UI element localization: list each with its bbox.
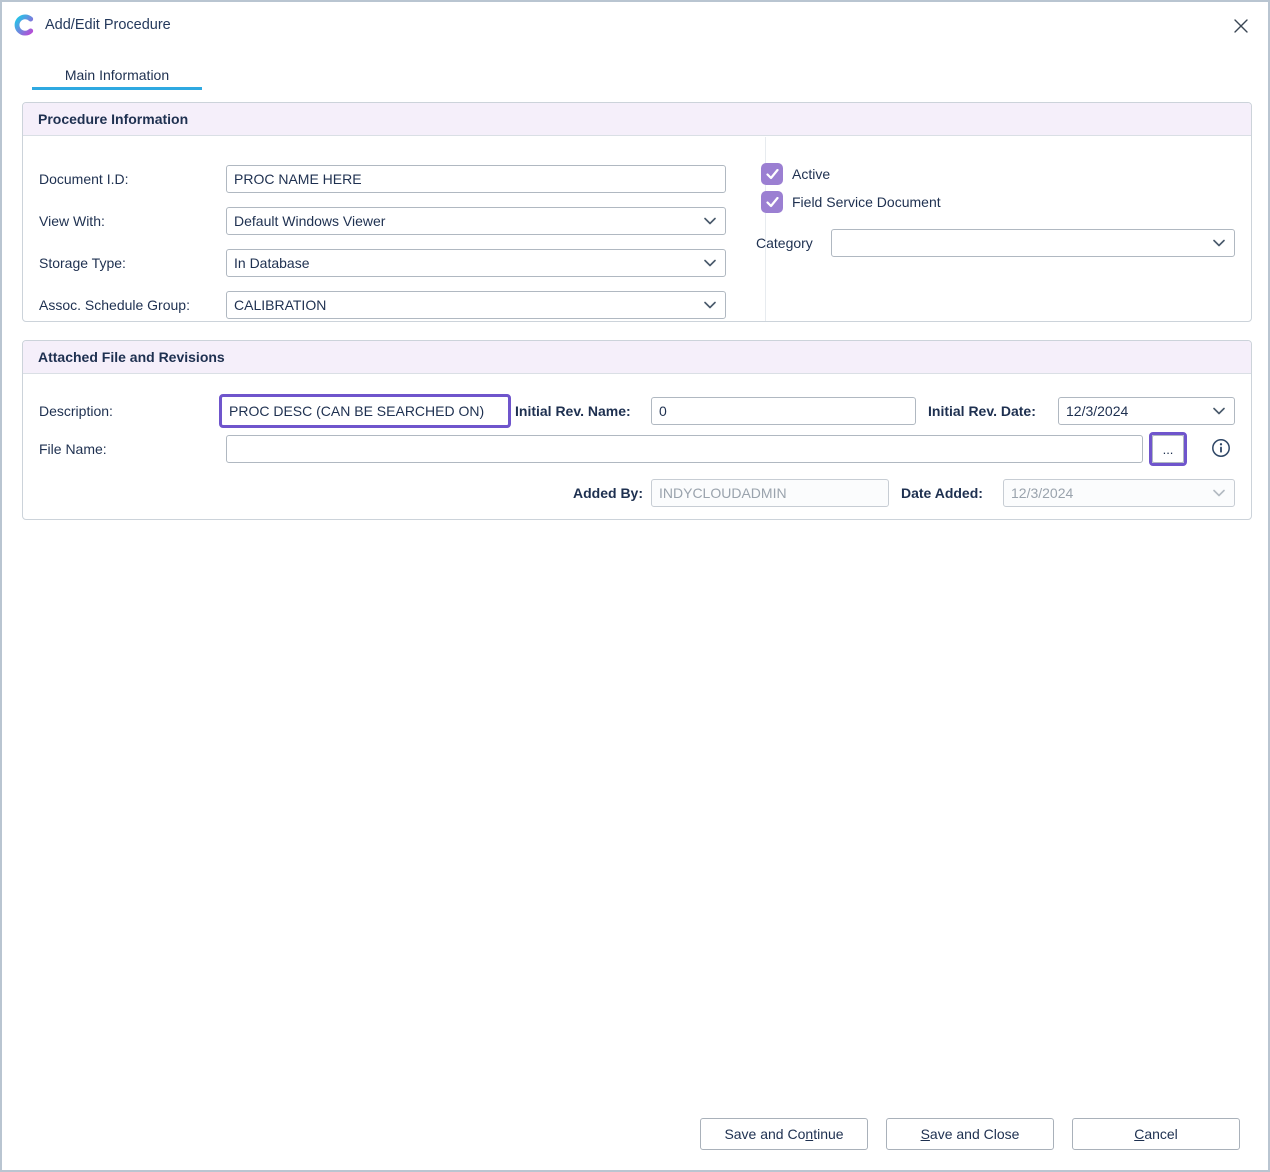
- chevron-down-icon: [704, 302, 716, 309]
- initial-rev-date-label: Initial Rev. Date:: [928, 402, 1036, 420]
- cancel-label-rest: ancel: [1144, 1126, 1177, 1142]
- date-added-value: 12/3/2024: [1011, 485, 1073, 501]
- initial-rev-date-value: 12/3/2024: [1066, 403, 1128, 419]
- save-and-continue-label: Save and Co: [724, 1126, 805, 1142]
- app-logo-icon: [14, 14, 36, 36]
- save-and-close-label-rest: ave and Close: [930, 1126, 1020, 1142]
- close-icon[interactable]: [1230, 15, 1252, 37]
- assoc-schedule-group-dropdown[interactable]: CALIBRATION: [226, 291, 726, 319]
- checkbox-checked-icon: [761, 163, 783, 185]
- description-input[interactable]: [219, 394, 511, 428]
- date-added-label: Date Added:: [901, 484, 983, 502]
- initial-rev-date-dropdown[interactable]: 12/3/2024: [1058, 397, 1235, 425]
- storage-type-dropdown[interactable]: In Database: [226, 249, 726, 277]
- info-circle-icon[interactable]: [1211, 438, 1231, 458]
- chevron-down-icon: [1213, 240, 1225, 247]
- assoc-schedule-group-value: CALIBRATION: [234, 297, 326, 313]
- cancel-mnemonic: C: [1134, 1126, 1144, 1142]
- add-edit-procedure-dialog: Add/Edit Procedure Main Information Proc…: [0, 0, 1270, 1172]
- tab-underline: [32, 87, 202, 90]
- checkbox-checked-icon: [761, 191, 783, 213]
- procedure-information-group: Procedure Information Document I.D: View…: [22, 102, 1252, 322]
- view-with-label: View With:: [39, 212, 105, 230]
- save-and-close-mnemonic: S: [921, 1126, 930, 1142]
- field-service-document-checkbox[interactable]: Field Service Document: [761, 191, 941, 213]
- save-and-continue-label-rest: tinue: [813, 1126, 843, 1142]
- attached-file-and-revisions-group: Attached File and Revisions Description:…: [22, 340, 1252, 520]
- footer-buttons: Save and Continue Save and Close Cancel: [700, 1118, 1240, 1150]
- view-with-value: Default Windows Viewer: [234, 213, 385, 229]
- field-service-document-checkbox-label: Field Service Document: [792, 194, 941, 210]
- added-by-input: [651, 479, 889, 507]
- attached-file-and-revisions-header: Attached File and Revisions: [23, 341, 1251, 374]
- chevron-down-icon: [1213, 490, 1225, 497]
- active-checkbox[interactable]: Active: [761, 163, 830, 185]
- category-dropdown[interactable]: [831, 229, 1235, 257]
- document-id-label: Document I.D:: [39, 170, 128, 188]
- save-and-continue-mnemonic: n: [805, 1126, 813, 1142]
- tab-label: Main Information: [65, 67, 169, 83]
- description-label: Description:: [39, 402, 113, 420]
- save-and-close-button[interactable]: Save and Close: [886, 1118, 1054, 1150]
- browse-button-highlight: ...: [1149, 432, 1187, 466]
- added-by-label: Added By:: [543, 484, 643, 502]
- category-label: Category: [756, 234, 813, 252]
- file-name-label: File Name:: [39, 440, 107, 458]
- save-and-continue-button[interactable]: Save and Continue: [700, 1118, 868, 1150]
- view-with-dropdown[interactable]: Default Windows Viewer: [226, 207, 726, 235]
- titlebar: Add/Edit Procedure: [2, 2, 1268, 48]
- browse-button[interactable]: ...: [1152, 435, 1184, 463]
- tab-main-information[interactable]: Main Information: [32, 60, 202, 90]
- document-id-input[interactable]: [226, 165, 726, 193]
- window-title: Add/Edit Procedure: [45, 17, 171, 33]
- storage-type-label: Storage Type:: [39, 254, 126, 272]
- storage-type-value: In Database: [234, 255, 310, 271]
- assoc-schedule-group-label: Assoc. Schedule Group:: [39, 296, 190, 314]
- chevron-down-icon: [1213, 408, 1225, 415]
- date-added-dropdown: 12/3/2024: [1003, 479, 1235, 507]
- cancel-button[interactable]: Cancel: [1072, 1118, 1240, 1150]
- file-name-input[interactable]: [226, 435, 1143, 463]
- chevron-down-icon: [704, 260, 716, 267]
- initial-rev-name-label: Initial Rev. Name:: [515, 402, 631, 420]
- active-checkbox-label: Active: [792, 166, 830, 182]
- initial-rev-name-input[interactable]: [651, 397, 916, 425]
- chevron-down-icon: [704, 218, 716, 225]
- procedure-information-header: Procedure Information: [23, 103, 1251, 136]
